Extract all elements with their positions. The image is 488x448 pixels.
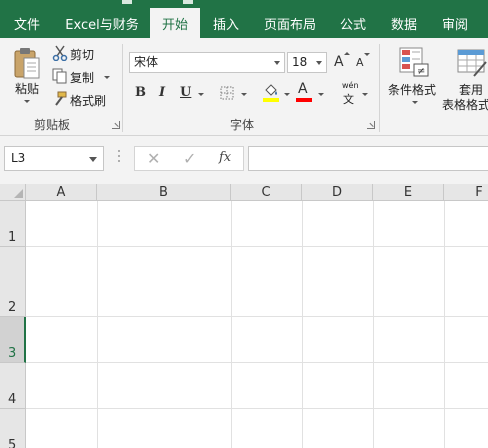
format-painter-label: 格式刷 [70,94,107,108]
copy-icon [52,68,67,84]
ribbon: 粘贴 剪切 复制 格式刷 剪贴板 宋体 18 A A B I U A wén 文… [0,38,488,136]
increase-font-icon: A [334,54,344,70]
font-group-label: 字体 [230,118,255,132]
format-as-table-icon [457,49,487,77]
clipboard-group-label: 剪贴板 [34,118,71,132]
cut-label: 剪切 [70,48,95,62]
italic-button[interactable]: I [159,85,165,100]
font-size-select[interactable]: 18 [287,52,327,73]
grid-line [26,362,488,363]
copy-dropdown-icon[interactable] [104,76,110,79]
title-bar [0,0,488,8]
grid-line [26,246,488,247]
underline-dropdown-icon[interactable] [198,93,204,96]
title-mark [122,0,132,4]
format-as-table-label-2: 表格格式 [442,98,488,112]
column-header-d[interactable]: D [302,184,373,201]
tab-formulas[interactable]: 公式 [328,8,378,38]
insert-function-icon[interactable]: fx [219,150,231,165]
font-launcher-icon[interactable] [367,121,375,129]
grid-line [302,201,303,448]
font-color-bar [296,98,312,102]
font-size-value: 18 [292,55,308,69]
cancel-icon[interactable]: ✕ [147,149,160,168]
arrow-up-icon [344,52,350,55]
grid-line [26,316,488,317]
tab-insert[interactable]: 插入 [200,8,252,38]
tab-home[interactable]: 开始 [150,8,200,38]
tab-page-layout[interactable]: 页面布局 [252,8,328,38]
row-header-5[interactable]: 5 [0,409,26,448]
grid-line [97,201,98,448]
group-divider [122,44,123,132]
paintbrush-icon [55,91,67,106]
conditional-dropdown-icon[interactable] [412,101,418,104]
grid-line [231,201,232,448]
row-header-4[interactable]: 4 [0,363,26,409]
underline-button[interactable]: U [180,85,191,100]
row-number: 1 [8,230,17,245]
grid-line [444,201,445,448]
borders-dropdown-icon[interactable] [241,93,247,96]
row-number: 3 [8,346,17,361]
worksheet-grid[interactable]: A B C D E F 1 2 3 4 5 [0,184,488,448]
column-header-c[interactable]: C [231,184,302,201]
column-header-a[interactable]: A [26,184,97,201]
paste-label: 粘贴 [15,82,40,96]
tab-excel-finance[interactable]: Excel与财务 [54,8,150,38]
paste-dropdown-icon[interactable] [24,100,30,103]
bold-button[interactable]: B [135,85,146,100]
copy-label: 复制 [70,71,95,85]
font-color-icon: A [298,81,308,97]
group-divider [379,44,380,132]
tab-review[interactable]: 审阅 [430,8,480,38]
conditional-formatting-label: 条件格式 [388,83,437,97]
name-box[interactable]: L3 [4,146,104,171]
row-header-3[interactable]: 3 [0,317,26,363]
paste-icon [14,48,40,79]
conditional-formatting-icon: ≠ [399,47,429,77]
select-all-button[interactable] [0,184,26,201]
tab-data[interactable]: 数据 [378,8,430,38]
fill-color-swatch [263,98,279,102]
font-name-value: 宋体 [134,55,159,69]
borders-icon [220,86,234,100]
scissors-icon [52,45,68,61]
arrow-down-icon [364,53,370,56]
column-header-b[interactable]: B [97,184,231,201]
font-name-select[interactable]: 宋体 [129,52,285,73]
formula-bar: L3 ✕ ✓ fx [0,136,488,184]
column-header-f[interactable]: F [444,184,488,201]
paint-bucket-icon [263,84,279,102]
row-number: 2 [8,300,17,315]
grid-line [26,408,488,409]
phonetic-icon: 文 [343,93,354,106]
chevron-down-icon [89,157,97,162]
name-box-value: L3 [11,151,26,165]
grid-line [373,201,374,448]
checkmark-icon[interactable]: ✓ [183,149,196,168]
column-header-e[interactable]: E [373,184,444,201]
row-number: 4 [8,392,17,407]
clipboard-launcher-icon[interactable] [112,121,120,129]
row-number: 5 [8,438,17,448]
formula-input[interactable] [248,146,488,171]
formula-buttons: ✕ ✓ fx [134,146,244,171]
ribbon-tabs: 文件 Excel与财务 开始 插入 页面布局 公式 数据 审阅 [0,8,488,38]
row-header-1[interactable]: 1 [0,201,26,247]
drag-handle-icon[interactable] [118,150,121,166]
title-mark [183,0,193,4]
font-color-swatch [296,98,312,102]
phonetic-top-text: wén [342,81,359,90]
tab-file[interactable]: 文件 [0,8,54,38]
font-color-dropdown-icon[interactable] [318,93,324,96]
chevron-down-icon [316,61,322,65]
fill-color-dropdown-icon[interactable] [284,93,290,96]
row-header-2[interactable]: 2 [0,247,26,317]
svg-text:≠: ≠ [417,66,425,77]
phonetic-dropdown-icon[interactable] [362,93,368,96]
decrease-font-icon: A [356,56,364,69]
chevron-down-icon [274,61,280,65]
